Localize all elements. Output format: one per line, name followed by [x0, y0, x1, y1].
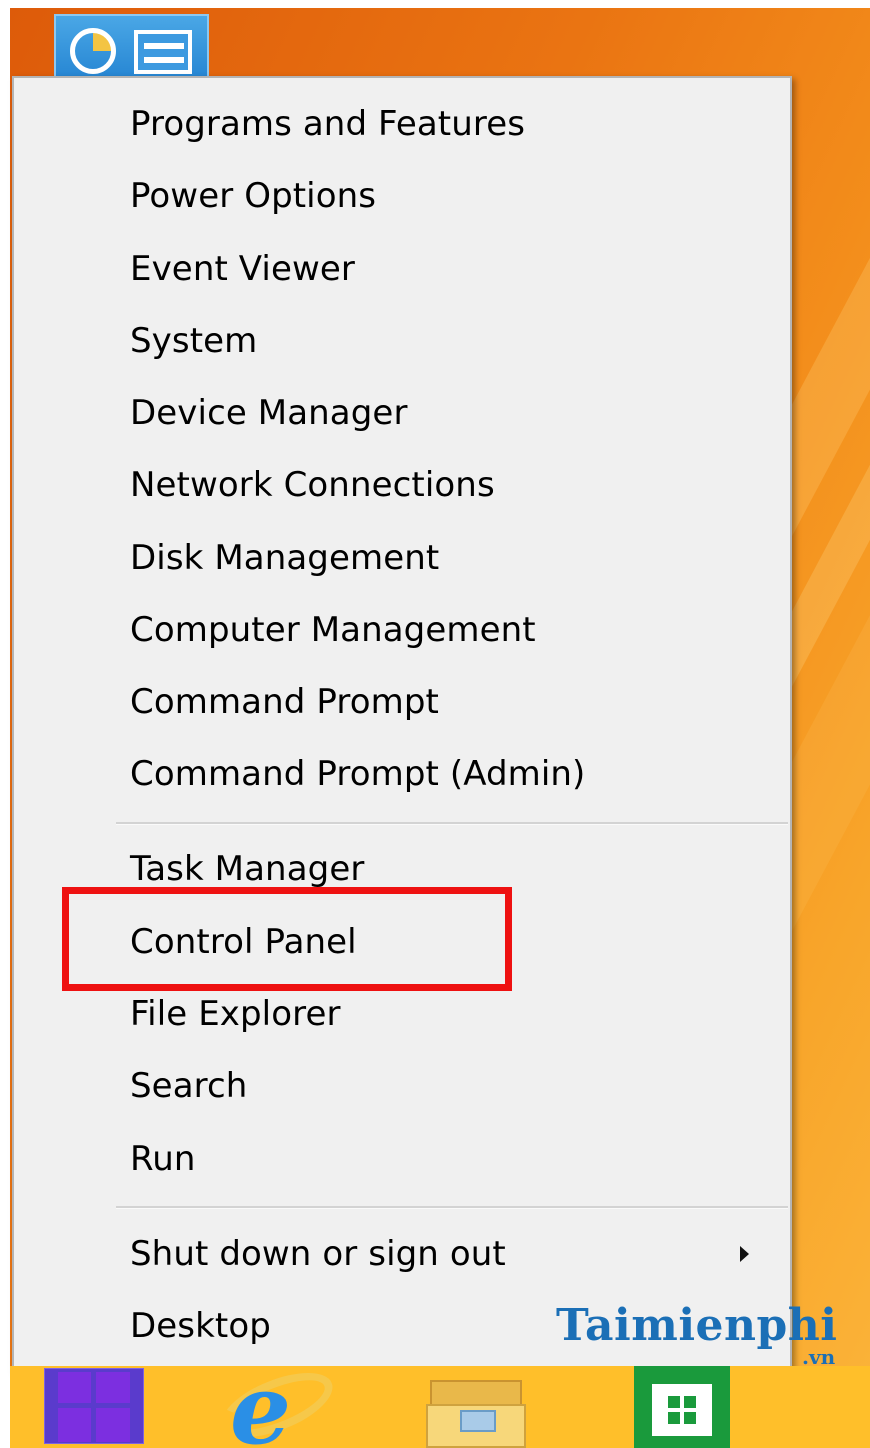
settings-bars-icon — [134, 30, 192, 74]
menu-item-label: System — [130, 321, 258, 361]
menu-item-label: Task Manager — [130, 849, 365, 889]
menu-item-label: Search — [130, 1066, 248, 1106]
menu-item-network-connections[interactable]: Network Connections — [16, 449, 788, 521]
menu-item-file-explorer[interactable]: File Explorer — [16, 978, 788, 1050]
menu-item-label: Shut down or sign out — [130, 1234, 506, 1274]
file-explorer-button[interactable] — [426, 1370, 526, 1448]
menu-item-command-prompt-admin[interactable]: Command Prompt (Admin) — [16, 738, 788, 810]
menu-item-command-prompt[interactable]: Command Prompt — [16, 666, 788, 738]
menu-item-programs-and-features[interactable]: Programs and Features — [16, 88, 788, 160]
menu-item-device-manager[interactable]: Device Manager — [16, 377, 788, 449]
menu-item-shut-down-or-sign-out[interactable]: Shut down or sign out — [16, 1218, 788, 1290]
menu-item-search[interactable]: Search — [16, 1050, 788, 1122]
menu-item-computer-management[interactable]: Computer Management — [16, 594, 788, 666]
windows-store-button[interactable] — [634, 1366, 730, 1448]
menu-separator — [116, 1206, 788, 1209]
pie-chart-icon — [70, 28, 116, 74]
menu-item-label: Network Connections — [130, 465, 495, 505]
menu-item-label: Command Prompt (Admin) — [130, 754, 586, 794]
menu-item-label: Control Panel — [130, 922, 357, 962]
menu-item-label: Run — [130, 1139, 196, 1179]
menu-item-label: Event Viewer — [130, 249, 355, 289]
taskbar: e — [10, 1359, 870, 1448]
menu-item-desktop[interactable]: Desktop — [16, 1290, 788, 1362]
menu-item-label: Programs and Features — [130, 104, 526, 144]
menu-item-control-panel[interactable]: Control Panel — [16, 906, 788, 978]
menu-item-label: Disk Management — [130, 538, 440, 578]
internet-explorer-button[interactable]: e — [212, 1359, 342, 1448]
menu-item-run[interactable]: Run — [16, 1123, 788, 1195]
menu-item-label: Power Options — [130, 176, 377, 216]
menu-item-label: Computer Management — [130, 610, 536, 650]
menu-item-disk-management[interactable]: Disk Management — [16, 522, 788, 594]
windows-start-icon — [58, 1372, 130, 1442]
internet-explorer-icon: e — [230, 1353, 292, 1448]
windows-store-icon — [652, 1384, 712, 1436]
menu-item-label: Desktop — [130, 1306, 271, 1346]
menu-item-event-viewer[interactable]: Event Viewer — [16, 233, 788, 305]
start-button[interactable] — [44, 1368, 144, 1444]
submenu-arrow-icon — [740, 1246, 749, 1262]
menu-item-label: File Explorer — [130, 994, 341, 1034]
menu-separator — [116, 822, 788, 825]
quick-link-menu: Programs and Features Power Options Even… — [12, 76, 792, 1372]
menu-item-power-options[interactable]: Power Options — [16, 160, 788, 232]
menu-item-label: Device Manager — [130, 393, 408, 433]
folder-paper-shape — [460, 1410, 496, 1432]
menu-item-system[interactable]: System — [16, 305, 788, 377]
menu-item-task-manager[interactable]: Task Manager — [16, 833, 788, 905]
menu-item-label: Command Prompt — [130, 682, 439, 722]
